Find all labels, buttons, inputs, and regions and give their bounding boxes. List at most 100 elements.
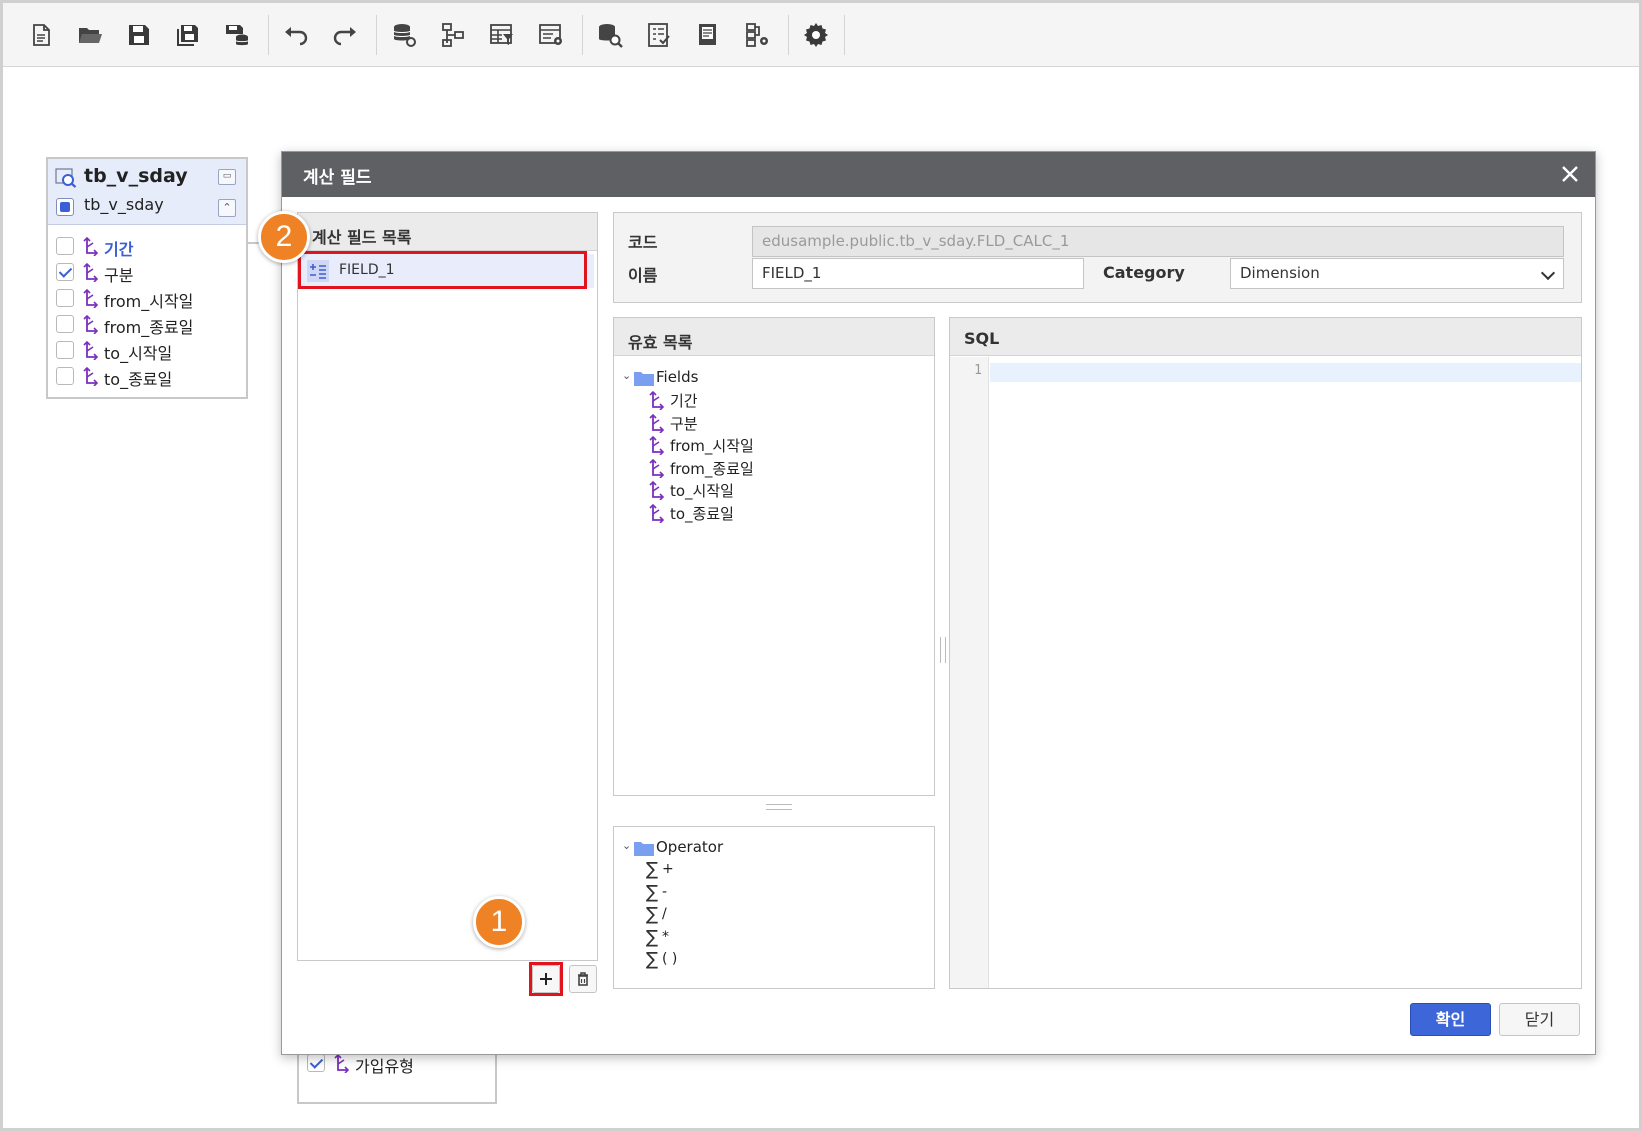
- field-label: 구분: [104, 266, 134, 285]
- chevron-down-icon[interactable]: ⌄: [622, 369, 631, 382]
- undo-icon[interactable]: [278, 17, 314, 53]
- folder-icon: [634, 842, 654, 856]
- toolbar: [3, 3, 1639, 67]
- highlight-box-add-button: [529, 962, 563, 996]
- operator-label: /: [662, 906, 667, 922]
- tree-folder-fields[interactable]: ⌄ Fields: [622, 367, 922, 389]
- tree-folder-operator[interactable]: ⌄ Operator: [622, 837, 922, 859]
- horizontal-splitter[interactable]: [766, 804, 792, 810]
- tree-field-item[interactable]: 구분: [648, 412, 908, 434]
- operator-item[interactable]: ∑ +: [646, 859, 766, 882]
- open-folder-icon[interactable]: [72, 17, 108, 53]
- gear-icon[interactable]: [798, 17, 834, 53]
- operator-label: -: [662, 883, 668, 900]
- field-checkbox[interactable]: [56, 289, 74, 307]
- tree-field-item[interactable]: from_종료일: [648, 457, 908, 479]
- table-box-field-row[interactable]: 구분: [48, 259, 246, 285]
- field-dimension-icon: [82, 340, 100, 361]
- sigma-icon: ∑: [646, 881, 659, 903]
- operator-label: +: [662, 861, 674, 877]
- operator-item[interactable]: ∑ -: [646, 881, 766, 905]
- field-info-panel: 코드 edusample.public.tb_v_sday.FLD_CALC_1…: [613, 212, 1582, 303]
- sigma-icon: ∑: [646, 859, 659, 880]
- field-dimension-icon: [82, 314, 100, 335]
- tree-field-label: to_종료일: [670, 505, 734, 523]
- field-label: 가입유형: [355, 1057, 414, 1076]
- table-filter-icon[interactable]: [484, 17, 520, 53]
- save-icon[interactable]: [121, 17, 157, 53]
- field-checkbox[interactable]: [56, 237, 74, 255]
- chevron-down-icon: [1540, 265, 1556, 281]
- chevron-down-icon[interactable]: ⌄: [622, 839, 631, 852]
- field-checkbox[interactable]: [56, 263, 74, 281]
- field-checkbox[interactable]: [56, 367, 74, 385]
- close-button[interactable]: 닫기: [1499, 1003, 1580, 1036]
- code-label: 코드: [628, 233, 658, 252]
- code-input: edusample.public.tb_v_sday.FLD_CALC_1: [752, 226, 1564, 257]
- tree-field-label: to_시작일: [670, 482, 734, 501]
- table-box-options-button[interactable]: ▭: [218, 169, 236, 185]
- vertical-splitter[interactable]: [940, 637, 946, 663]
- table-box-checkbox[interactable]: [56, 198, 74, 216]
- name-input[interactable]: FIELD_1: [752, 258, 1084, 289]
- operator-item[interactable]: ∑ /: [646, 904, 766, 927]
- redo-icon[interactable]: [327, 17, 363, 53]
- table-box-collapse-button[interactable]: ⌃: [218, 199, 236, 217]
- table-box-field-list: 기간구분 from_시작일 from_종료일 to_시작일 to_종료일: [48, 225, 246, 389]
- valid-list-panel: 유효 목록 ⌄ Fields 기간구분 from_시작일 from_종료일 to_시작…: [613, 317, 935, 796]
- delete-button[interactable]: [569, 965, 597, 993]
- operator-item[interactable]: ∑( ): [646, 949, 766, 972]
- save-as-icon[interactable]: [170, 17, 206, 53]
- operator-item[interactable]: ∑ *: [646, 927, 766, 950]
- table-box-field-row[interactable]: 기간: [48, 233, 246, 259]
- dialog-header: 계산 필드: [282, 152, 1595, 197]
- field-checkbox[interactable]: [56, 315, 74, 333]
- hierarchy-icon[interactable]: [435, 17, 471, 53]
- field-dimension-icon: [648, 390, 666, 411]
- calc-field-list-header: 계산 필드 목록: [298, 213, 597, 251]
- tree-field-item[interactable]: from_시작일: [648, 434, 908, 456]
- tree-field-item[interactable]: 기간: [648, 389, 908, 411]
- checklist-icon[interactable]: [641, 17, 677, 53]
- query-table-icon: [55, 168, 77, 188]
- callout-1: 1: [473, 896, 525, 948]
- tree-field-item[interactable]: to_종료일: [648, 502, 908, 524]
- field-dimension-icon: [82, 288, 100, 309]
- tree-folder-label: Operator: [656, 838, 724, 856]
- trash-icon: [578, 972, 588, 986]
- field-checkbox[interactable]: [307, 1054, 325, 1072]
- operator-label: *: [662, 928, 669, 945]
- valid-list-header: 유효 목록: [614, 318, 934, 356]
- save-db-icon[interactable]: [219, 17, 255, 53]
- category-select[interactable]: Dimension: [1230, 258, 1564, 289]
- ok-button[interactable]: 확인: [1410, 1003, 1491, 1036]
- field-label: from_종료일: [104, 318, 194, 337]
- field-dimension-icon: [648, 413, 666, 434]
- table-box-field-row[interactable]: to_종료일: [48, 363, 246, 389]
- document-icon[interactable]: [690, 17, 726, 53]
- dialog-title: 계산 필드: [303, 168, 372, 188]
- table-box-field-row[interactable]: from_시작일: [48, 285, 246, 311]
- db-search-icon[interactable]: [592, 17, 628, 53]
- table-settings-icon[interactable]: [533, 17, 569, 53]
- tree-field-label: from_시작일: [670, 437, 754, 456]
- tree-field-label: 구분: [670, 414, 698, 433]
- field-checkbox[interactable]: [56, 341, 74, 359]
- sql-panel: SQL 1: [949, 317, 1582, 989]
- operator-label: ( ): [662, 951, 678, 967]
- tree-field-item[interactable]: to_시작일: [648, 479, 908, 501]
- close-icon[interactable]: [1557, 161, 1583, 187]
- table-box-field-row[interactable]: from_종료일: [48, 311, 246, 337]
- table-box-field-row[interactable]: to_시작일: [48, 337, 246, 363]
- field-label: 기간: [104, 240, 134, 259]
- sql-editor-line[interactable]: [990, 363, 1581, 382]
- table-box-title: tb_v_sday: [84, 165, 188, 187]
- tree-field-label: from_종료일: [670, 459, 754, 478]
- tree-settings-icon[interactable]: [739, 17, 775, 53]
- field-dimension-icon: [648, 435, 666, 456]
- callout-2: 2: [258, 211, 310, 263]
- table-box[interactable]: tb_v_sday tb_v_sday ▭ ⌃ 기간 구분 from_시작일 from…: [46, 157, 248, 399]
- new-file-icon[interactable]: [23, 17, 59, 53]
- calc-field-list-panel: 계산 필드 목록 FIELD_1: [297, 212, 598, 961]
- datasource-link-icon[interactable]: [386, 17, 422, 53]
